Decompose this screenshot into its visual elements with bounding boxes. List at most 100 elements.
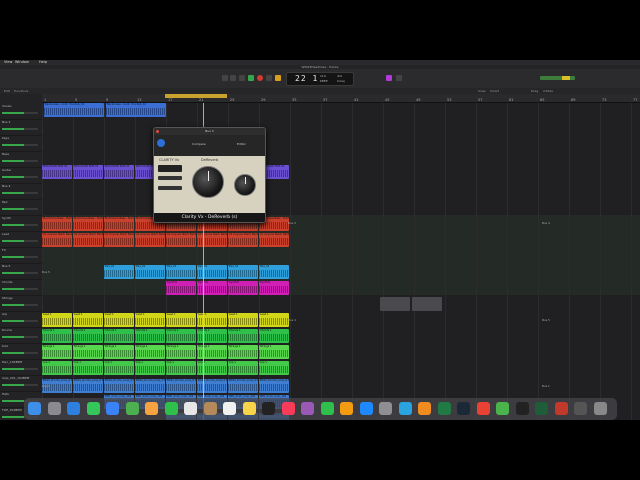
audio-region[interactable]: MuchCone Bass - Bum	[73, 217, 103, 231]
audio-region[interactable]: Arp 1	[259, 361, 289, 375]
pages-icon[interactable]	[340, 402, 353, 415]
volume-fader[interactable]	[2, 224, 38, 226]
notes-icon[interactable]	[242, 402, 256, 415]
play-button[interactable]	[248, 75, 254, 81]
audio-region[interactable]: Pad_01	[166, 265, 196, 279]
music-icon[interactable]	[281, 402, 295, 415]
volume-fader[interactable]	[2, 352, 38, 354]
audio-region[interactable]: Arp 1	[197, 361, 227, 375]
plugin-icon[interactable]	[554, 402, 568, 415]
power-icon[interactable]	[157, 139, 165, 147]
audio-region[interactable]: Pad_01	[104, 265, 134, 279]
volume-fader[interactable]	[2, 176, 38, 178]
track-header[interactable]: Strings	[0, 295, 42, 312]
audio-region[interactable]: MKS DIARY BUS 01	[73, 165, 103, 179]
track-header[interactable]: FX	[0, 247, 42, 264]
volume-fader[interactable]	[2, 368, 38, 370]
audio-region[interactable]: Chords 1	[104, 329, 134, 343]
excel-icon[interactable]	[437, 402, 451, 415]
audio-region[interactable]: Strings 1	[166, 345, 196, 359]
track-header[interactable]: Bus 2	[0, 119, 42, 136]
audio-region[interactable]: MKS DIARY BUS 01	[104, 165, 134, 179]
audio-region[interactable]: Arp 1	[228, 361, 258, 375]
plugin-window[interactable]: Bus 3 Compare Editor CLARITY Vx DeReverb…	[153, 127, 266, 223]
audio-region[interactable]: BASS_Drums_Loop_01	[197, 379, 227, 393]
audio-region[interactable]: Strings 1	[197, 345, 227, 359]
vlc-icon[interactable]	[418, 402, 431, 415]
contacts-icon[interactable]	[203, 402, 217, 415]
audio-region[interactable]: MuchCone Bass - Bum	[104, 217, 134, 231]
editor-select[interactable]: Editor	[237, 142, 246, 146]
maps-icon[interactable]	[125, 402, 139, 415]
reminders-icon[interactable]	[223, 402, 236, 415]
track-lane[interactable]	[42, 135, 640, 151]
loop-region[interactable]	[380, 297, 410, 311]
audio-region[interactable]: Arp 1	[104, 361, 134, 375]
audio-region[interactable]: BASS_Drums_Loop_01	[73, 379, 103, 393]
volume-fader[interactable]	[2, 192, 38, 194]
activity-icon[interactable]	[574, 402, 587, 415]
audio-region[interactable]: Strings 1	[104, 345, 134, 359]
audio-region[interactable]: Arp 1	[73, 361, 103, 375]
track-lane[interactable]	[42, 199, 640, 215]
volume-fader[interactable]	[2, 112, 38, 114]
audio-region[interactable]: Chords 1	[73, 329, 103, 343]
audio-region[interactable]: MKS DIARY BUS 01	[42, 165, 72, 179]
audio-region[interactable]: Backvoxes - Cont. 3 la Rob_01	[44, 103, 104, 117]
track-lane[interactable]	[42, 183, 640, 199]
audio-region[interactable]: Synth 6	[259, 281, 289, 295]
audio-region[interactable]: Pad_01	[228, 265, 258, 279]
stop-button[interactable]	[239, 75, 245, 81]
audio-region[interactable]: BASS_Drums_Loop_01	[228, 379, 258, 393]
track-header[interactable]: Bass	[0, 151, 42, 168]
telegram-icon[interactable]	[398, 402, 412, 415]
audio-region[interactable]: Chords 1	[42, 329, 72, 343]
launchpad-icon[interactable]	[47, 402, 61, 415]
tuner-button[interactable]	[386, 75, 392, 81]
volume-fader[interactable]	[2, 272, 38, 274]
utorrent-icon[interactable]	[496, 402, 509, 415]
track-header[interactable]: Synth	[0, 215, 42, 232]
audio-region[interactable]: Chords 1	[259, 329, 289, 343]
track-header[interactable]: Drums	[0, 327, 42, 344]
volume-fader[interactable]	[2, 336, 38, 338]
audio-region[interactable]: Lead 1	[42, 313, 72, 327]
volume-fader[interactable]	[2, 320, 38, 322]
numbers-icon[interactable]	[320, 402, 334, 415]
volume-fader[interactable]	[2, 128, 38, 130]
volume-fader[interactable]	[2, 304, 38, 306]
volume-fader[interactable]	[2, 288, 38, 290]
audio-region[interactable]: A1 Anyone Stack Bass	[104, 233, 134, 247]
audio-region[interactable]: Chords 1	[228, 329, 258, 343]
audio-region[interactable]: Strings 1	[135, 345, 165, 359]
audio-region[interactable]: Strings 1	[259, 345, 289, 359]
track-header[interactable]: Chords	[0, 279, 42, 296]
cycle-region[interactable]	[165, 94, 227, 98]
audio-region[interactable]: Lead 1	[259, 313, 289, 327]
bar-ruler[interactable]: 1 5 9 13 17 21 25 29 33 37 41 45 49 53 57 61 65 69 73 77	[42, 94, 640, 103]
record-button[interactable]	[257, 75, 263, 81]
audio-region[interactable]: Arp 1	[135, 361, 165, 375]
output-knob[interactable]	[234, 174, 256, 196]
photos-icon[interactable]	[145, 402, 158, 415]
calendar-icon[interactable]	[184, 402, 197, 415]
audio-region[interactable]: A1 Anyone Stack Bass	[42, 233, 72, 247]
audio-region[interactable]: Lead 1	[166, 313, 196, 327]
track-header[interactable]: Pad	[0, 199, 42, 216]
track-lane[interactable]	[42, 279, 640, 295]
messages-icon[interactable]	[86, 402, 100, 415]
lcd-display[interactable]: 22 1 110 KEEP 4/4 Cmaj	[286, 72, 354, 86]
track-lane[interactable]	[42, 247, 640, 263]
audio-region[interactable]: Strings 1	[42, 345, 72, 359]
audio-region[interactable]: Synth 6	[228, 281, 258, 295]
audio-region[interactable]: Backvoxes - Cont. 3 la Rob_01	[106, 103, 166, 117]
audio-region[interactable]: A1 Anyone Stack Bass	[135, 233, 165, 247]
rewind-button[interactable]	[222, 75, 228, 81]
audio-region[interactable]: Arp 1	[166, 361, 196, 375]
track-header[interactable]: Bus 5	[0, 263, 42, 280]
volume-fader[interactable]	[2, 208, 38, 210]
track-header[interactable]: Keys	[0, 135, 42, 152]
metronome-button[interactable]	[275, 75, 281, 81]
terminal-icon[interactable]	[515, 402, 529, 415]
audio-region[interactable]: BASS_Drums_Loop_01	[104, 379, 134, 393]
